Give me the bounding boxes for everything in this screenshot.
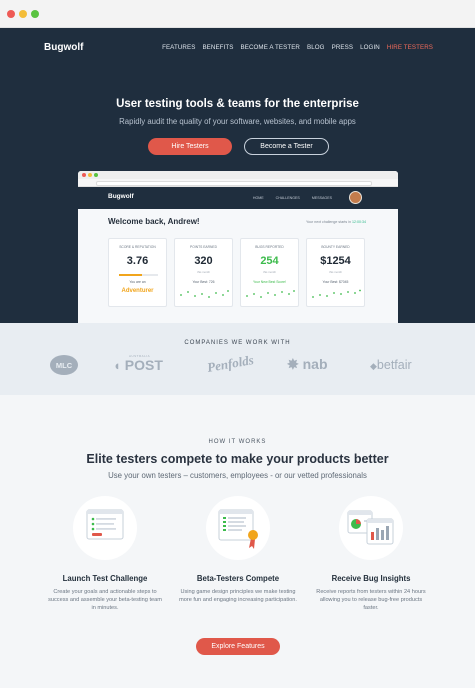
mock-nav-challenges: CHALLENGES [275,196,300,200]
feature-description: Using game design principles we make tes… [179,589,297,603]
companies-section: COMPANIES WE WORK WITH MLC AUSTRALIA ◖ P… [0,323,475,395]
how-it-works-label: HOW IT WORKS [208,439,267,445]
mock-nav: HOME CHALLENGES MESSAGES [253,196,332,200]
nav-blog[interactable]: BLOG [307,44,325,51]
feature-title: Beta-Testers Compete [196,574,280,583]
mock-close-dot [82,173,86,177]
card-note: Your Best: 726 [192,280,215,284]
minimize-window-button[interactable] [19,10,27,18]
card-value: 254 [260,255,279,267]
australia-post-logo: AUSTRALIA ◖ POST [113,354,163,373]
hero-title: User testing tools & teams for the enter… [116,98,359,110]
feature-title: Launch Test Challenge [62,574,148,583]
report-charts-icon [339,496,403,560]
reputation-progress-fill [119,274,143,276]
feature-title: Receive Bug Insights [331,574,411,583]
explore-features-button[interactable]: Explore Features [196,638,280,655]
card-period: this month [197,270,210,274]
how-it-works-subtitle: Use your own testers – customers, employ… [108,471,367,480]
welcome-message: Welcome back, Andrew! [108,217,200,226]
points-sparkline [180,290,229,298]
challenge-countdown: Your next challenge starts in 12:00:34 [305,220,366,224]
card-value: 3.76 [126,255,149,267]
reputation-progress [119,274,158,276]
card-note: You are an [129,280,146,284]
mock-maximize-dot [94,173,98,177]
mock-dashboard-body: Welcome back, Andrew! Your next challeng… [78,209,398,323]
how-it-works-title: Elite testers compete to make your produ… [86,452,389,466]
points-card: POINTS EARNED 320 this month Your Best: … [174,238,233,307]
mock-logo: Bugwolf [108,193,134,200]
card-period: this month [329,270,342,274]
mock-titlebar [78,171,398,179]
card-value: 320 [194,255,213,267]
user-avatar [349,191,362,204]
mock-nav-messages: MESSAGES [311,196,332,200]
site-logo[interactable]: Bugwolf [44,42,83,53]
mock-urlbar [78,179,398,187]
nav-benefits[interactable]: BENEFITS [202,44,233,51]
nav-login[interactable]: LOGIN [360,44,380,51]
card-label: BOUNTY EARNED [321,245,350,249]
mlc-logo: MLC [49,353,79,382]
nav-features[interactable]: FEATURES [162,44,195,51]
mlc-logo-mark: MLC [50,355,78,375]
nav-become-tester[interactable]: BECOME A TESTER [241,44,301,51]
card-period: this month [263,270,276,274]
betfair-logo: ◆betfair [370,358,412,372]
hire-testers-button[interactable]: Hire Testers [148,138,232,155]
checklist-icon [73,496,137,560]
card-value: $1254 [320,255,351,267]
hero-section: Bugwolf FEATURES BENEFITS BECOME A TESTE… [0,28,475,323]
card-note: Your Best: $7045 [322,280,349,284]
penfolds-logo: Penfolds [205,352,255,375]
mock-address-field [96,180,372,186]
bugs-card: BUGS REPORTED 254 this month Your New Be… [240,238,299,307]
mock-nav-home: HOME [252,196,264,200]
main-nav: FEATURES BENEFITS BECOME A TESTER BLOG P… [162,44,433,51]
rank-badge: Adventurer [121,288,154,294]
betfair-diamond-icon: ◆ [370,361,377,371]
card-label: BUGS REPORTED [255,245,284,249]
card-label: SCORE & REPUTATION [119,245,156,249]
score-card: SCORE & REPUTATION 3.76 You are an Adven… [108,238,167,307]
bounty-card: BOUNTY EARNED $1254 this month Your Best… [306,238,365,307]
dashboard-mockup: Bugwolf HOME CHALLENGES MESSAGES Welcome… [78,171,398,323]
nab-logo: ✸ nab [287,356,328,372]
nav-hire-testers[interactable]: HIRE TESTERS [387,44,433,51]
hero-subtitle: Rapidly audit the quality of your softwa… [119,117,356,126]
window-titlebar [0,0,475,28]
mock-minimize-dot [88,173,92,177]
bugs-sparkline [246,290,295,298]
award-ribbon-icon [206,496,270,560]
maximize-window-button[interactable] [31,10,39,18]
feature-description: Receive reports from testers within 24 h… [316,589,426,611]
nab-star-icon: ✸ [287,356,299,372]
close-window-button[interactable] [7,10,15,18]
svg-text:MLC: MLC [56,361,73,370]
companies-title: COMPANIES WE WORK WITH [184,340,291,346]
become-tester-button[interactable]: Become a Tester [244,138,329,155]
nav-press[interactable]: PRESS [332,44,353,51]
card-note: Your New Best Score! [252,280,287,284]
mock-header: Bugwolf HOME CHALLENGES MESSAGES [78,187,398,209]
card-label: POINTS EARNED [190,245,217,249]
feature-description: Create your goals and actionable steps t… [48,589,162,611]
bounty-sparkline [312,289,361,298]
